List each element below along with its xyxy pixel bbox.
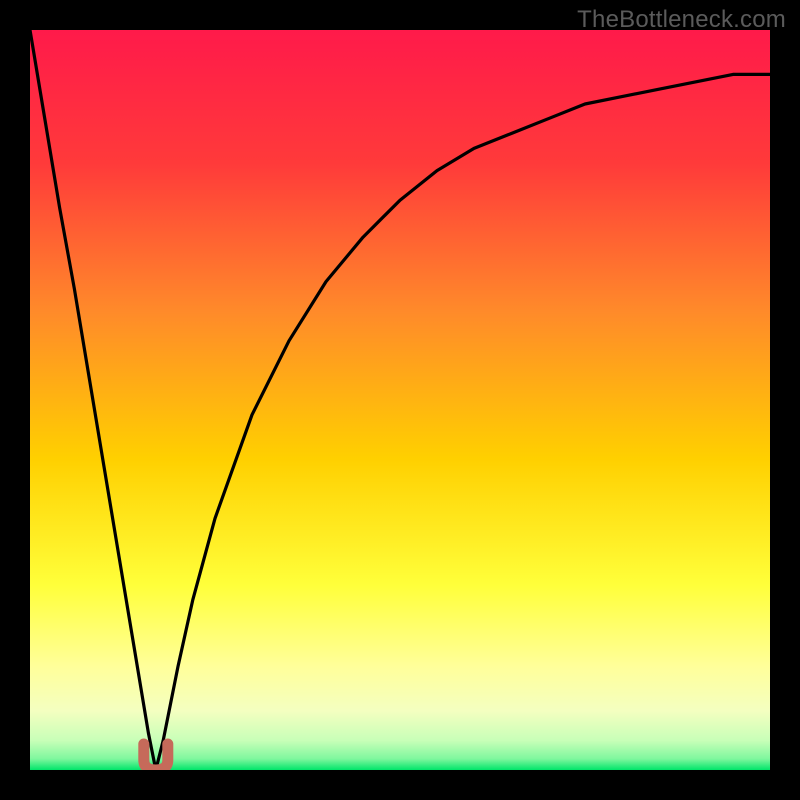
watermark-text: TheBottleneck.com: [577, 6, 786, 34]
chart-frame: TheBottleneck.com: [0, 0, 800, 800]
optimal-point-marker: [30, 30, 770, 770]
plot-area: [30, 30, 770, 770]
